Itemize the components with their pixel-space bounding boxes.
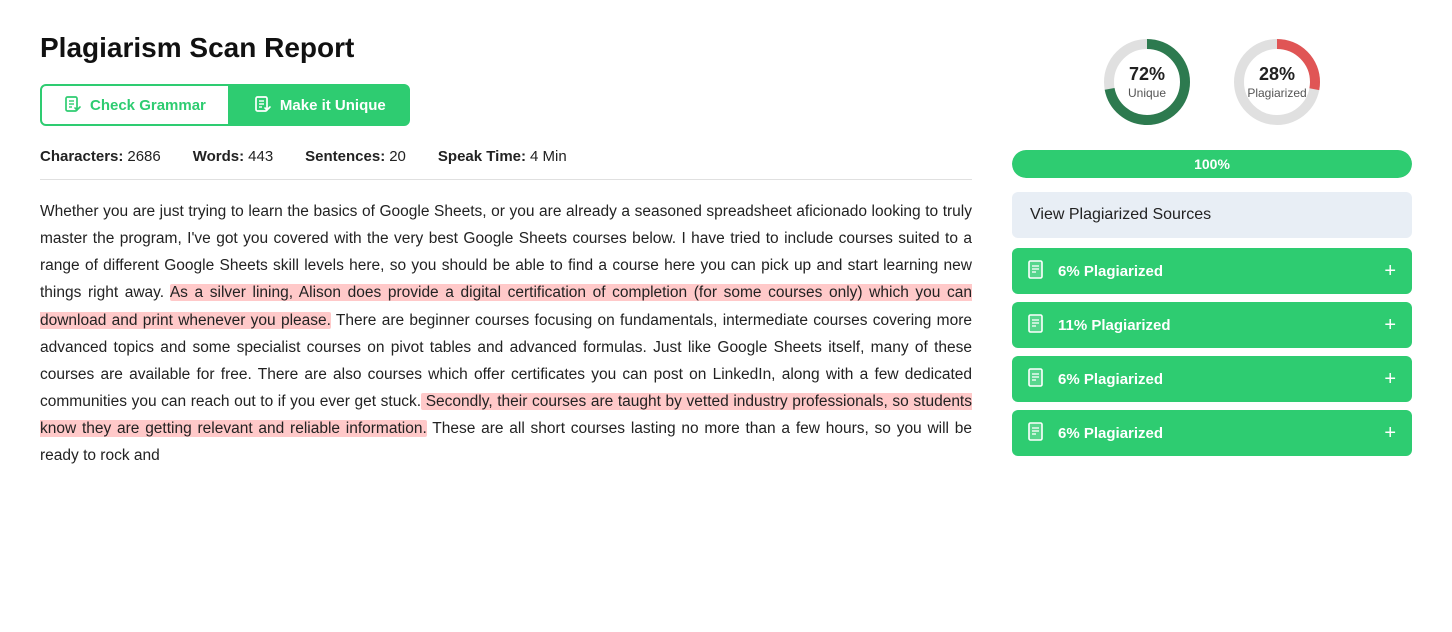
words-value: 443	[248, 148, 273, 165]
list-item[interactable]: 6% Plagiarized +	[1012, 410, 1412, 456]
speak-time-stat: Speak Time:4 Min	[438, 148, 567, 165]
characters-label: Characters:	[40, 148, 123, 165]
characters-stat: Characters:2686	[40, 148, 161, 165]
unique-percent: 72%	[1128, 64, 1166, 86]
list-item[interactable]: 6% Plagiarized +	[1012, 248, 1412, 294]
plagiarized-donut: 28% Plagiarized	[1227, 32, 1327, 132]
check-grammar-button[interactable]: Check Grammar	[40, 84, 230, 126]
expand-source-button[interactable]: +	[1384, 369, 1396, 389]
action-buttons: Check Grammar Make it Unique	[40, 84, 972, 126]
check-grammar-label: Check Grammar	[90, 97, 206, 114]
doc-icon	[1028, 314, 1048, 336]
plagiarized-percent: 28%	[1247, 64, 1306, 86]
unique-sublabel: Unique	[1128, 86, 1166, 100]
article-body: Whether you are just trying to learn the…	[40, 198, 972, 469]
progress-bar-wrap: 100%	[1012, 150, 1412, 178]
words-label: Words:	[193, 148, 244, 165]
expand-source-button[interactable]: +	[1384, 261, 1396, 281]
sentences-value: 20	[389, 148, 406, 165]
expand-source-button[interactable]: +	[1384, 315, 1396, 335]
view-sources-label: View Plagiarized Sources	[1030, 206, 1211, 223]
plagiarism-sources-list: 6% Plagiarized + 11% Plagiarized +	[1012, 248, 1412, 456]
charts-row: 72% Unique 28% Plagiarized	[1012, 32, 1412, 132]
source-item-label: 6% Plagiarized	[1058, 371, 1163, 388]
page-title: Plagiarism Scan Report	[40, 32, 972, 64]
stats-row: Characters:2686 Words:443 Sentences:20 S…	[40, 148, 972, 180]
source-item-label: 6% Plagiarized	[1058, 263, 1163, 280]
plagiarized-percent-label: 28% Plagiarized	[1247, 64, 1306, 100]
unique-chart: 72% Unique	[1097, 32, 1197, 132]
list-item[interactable]: 6% Plagiarized +	[1012, 356, 1412, 402]
right-panel: 72% Unique 28% Plagiarized	[1012, 32, 1412, 464]
progress-bar-label: 100%	[1194, 156, 1230, 172]
expand-source-button[interactable]: +	[1384, 423, 1396, 443]
speak-time-value: 4 Min	[530, 148, 567, 165]
speak-time-label: Speak Time:	[438, 148, 526, 165]
sentences-stat: Sentences:20	[305, 148, 406, 165]
unique-donut: 72% Unique	[1097, 32, 1197, 132]
grammar-icon	[64, 96, 82, 114]
unique-percent-label: 72% Unique	[1128, 64, 1166, 100]
doc-icon	[1028, 368, 1048, 390]
source-item-label: 11% Plagiarized	[1058, 317, 1171, 334]
characters-value: 2686	[127, 148, 160, 165]
plagiarized-sublabel: Plagiarized	[1247, 86, 1306, 100]
make-unique-button[interactable]: Make it Unique	[230, 84, 410, 126]
plagiarized-chart: 28% Plagiarized	[1227, 32, 1327, 132]
make-unique-label: Make it Unique	[280, 97, 386, 114]
source-item-label: 6% Plagiarized	[1058, 425, 1163, 442]
doc-icon	[1028, 260, 1048, 282]
doc-icon	[1028, 422, 1048, 444]
unique-icon	[254, 96, 272, 114]
progress-bar-fill: 100%	[1012, 150, 1412, 178]
words-stat: Words:443	[193, 148, 273, 165]
list-item[interactable]: 11% Plagiarized +	[1012, 302, 1412, 348]
view-sources-button[interactable]: View Plagiarized Sources	[1012, 192, 1412, 238]
sentences-label: Sentences:	[305, 148, 385, 165]
